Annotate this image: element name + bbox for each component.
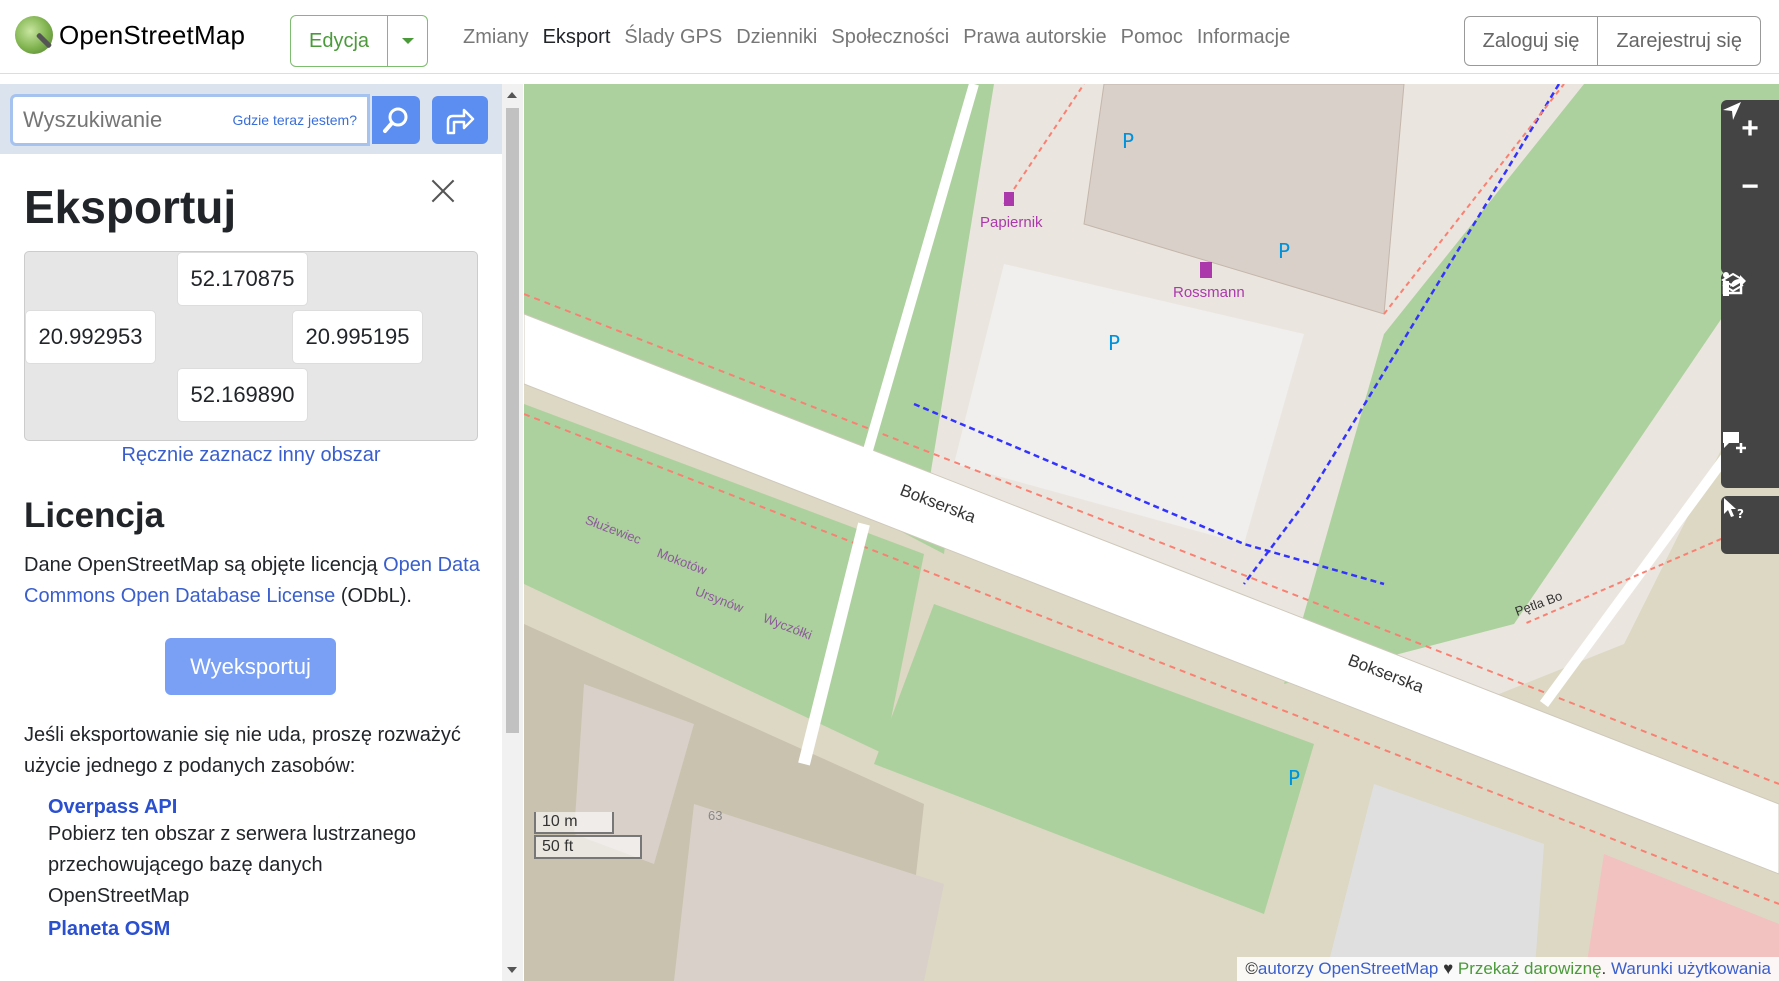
main-nav: Zmiany Eksport Ślady GPS Dzienniki Społe… xyxy=(463,26,1290,49)
nav-copyright[interactable]: Prawa autorskie xyxy=(963,26,1106,49)
sidebar-scrollbar[interactable] xyxy=(502,84,523,981)
scroll-thumb[interactable] xyxy=(506,108,519,733)
label-rossmann: Rossmann xyxy=(1173,284,1245,301)
svg-text:?: ? xyxy=(1737,507,1744,520)
license-text-end: (ODbL). xyxy=(335,585,412,607)
signup-button[interactable]: Zarejestruj się xyxy=(1598,16,1761,66)
note-control xyxy=(1721,430,1779,488)
edit-button[interactable]: Edycja xyxy=(290,15,389,67)
sidebar: Gdzie teraz jestem? Eksportuj 52.170875 … xyxy=(0,84,502,981)
manual-select-link[interactable]: Ręcznie zaznacz inny obszar xyxy=(0,444,502,467)
auth-buttons: Zaloguj się Zarejestruj się xyxy=(1463,16,1761,66)
directions-icon xyxy=(446,108,475,135)
search-bar: Gdzie teraz jestem? xyxy=(0,84,502,154)
search-input[interactable] xyxy=(23,107,213,133)
where-am-i-link[interactable]: Gdzie teraz jestem? xyxy=(233,112,358,128)
osm-contributors-link[interactable]: autorzy OpenStreetMap xyxy=(1258,959,1438,978)
heart-symbol: ♥ xyxy=(1438,959,1458,978)
edit-dropdown-button[interactable] xyxy=(388,15,429,67)
query-control: ? xyxy=(1721,496,1779,554)
locate-icon[interactable] xyxy=(1721,102,1779,274)
nav-communities[interactable]: Społeczności xyxy=(831,26,949,49)
search-button[interactable] xyxy=(372,96,420,144)
export-title: Eksportuj xyxy=(24,181,237,233)
chemist-shop-icon xyxy=(1200,262,1212,278)
scroll-up-arrow-icon[interactable] xyxy=(507,92,517,98)
zoom-out-icon[interactable]: − xyxy=(1721,158,1779,216)
caret-down-icon xyxy=(401,38,414,44)
north-input[interactable]: 52.170875 xyxy=(177,252,308,306)
nav-changes[interactable]: Zmiany xyxy=(463,26,529,49)
export-button[interactable]: Wyeksportuj xyxy=(165,638,336,695)
planet-osm-link[interactable]: Planeta OSM xyxy=(48,918,468,941)
east-input[interactable]: 20.995195 xyxy=(292,310,423,364)
parking-bike-icon: P xyxy=(1122,129,1134,153)
nav-export[interactable]: Eksport xyxy=(543,26,611,49)
map-drawing: P P P P xyxy=(524,84,1779,981)
map-canvas[interactable]: P P P P Papiernik Rossmann Bokserska Bok… xyxy=(524,84,1779,981)
attribution-separator: . xyxy=(1601,959,1611,978)
directions-button[interactable] xyxy=(432,96,488,144)
copyright-symbol: © xyxy=(1245,959,1258,978)
nav-about[interactable]: Informacje xyxy=(1197,26,1290,49)
license-title: Licencja xyxy=(24,496,165,535)
query-features-icon[interactable]: ? xyxy=(1721,496,1779,554)
fail-text: Jeśli eksportowanie się nie uda, proszę … xyxy=(24,724,461,777)
osm-logo-icon xyxy=(15,16,53,54)
nav-help[interactable]: Pomoc xyxy=(1121,26,1183,49)
west-input[interactable]: 20.992953 xyxy=(25,310,156,364)
resource-planet: Planeta OSM xyxy=(48,918,468,941)
parking-bike-icon: P xyxy=(1278,239,1290,263)
search-box: Gdzie teraz jestem? xyxy=(10,94,370,146)
parking-icon: P xyxy=(1288,766,1300,790)
label-papiernik: Papiernik xyxy=(980,214,1043,231)
map-key-icon[interactable] xyxy=(1721,272,1779,388)
magnifier-icon xyxy=(383,107,408,133)
overpass-link[interactable]: Overpass API xyxy=(48,796,468,819)
login-button[interactable]: Zaloguj się xyxy=(1463,16,1599,66)
zoom-controls: + − xyxy=(1721,100,1779,274)
attribution: ©autorzy OpenStreetMap ♥ Przekaż darowiz… xyxy=(1237,957,1779,981)
license-text: Dane OpenStreetMap są objęte licencją Op… xyxy=(24,550,480,612)
parking-icon: P xyxy=(1108,331,1120,355)
top-header: OpenStreetMap Edycja Zmiany Eksport Ślad… xyxy=(0,0,1779,74)
donate-link[interactable]: Przekaż darowiznę xyxy=(1458,959,1602,978)
logo[interactable]: OpenStreetMap xyxy=(15,16,245,54)
stationery-shop-icon xyxy=(1004,192,1014,206)
scale-metric: 10 m xyxy=(534,812,614,834)
south-input[interactable]: 52.169890 xyxy=(177,368,308,422)
edit-group: Edycja xyxy=(290,15,429,67)
map-panel-controls xyxy=(1721,272,1779,446)
terms-link[interactable]: Warunki użytkowania xyxy=(1611,959,1771,978)
nav-diaries[interactable]: Dzienniki xyxy=(736,26,817,49)
nav-gps-traces[interactable]: Ślady GPS xyxy=(624,26,722,49)
close-icon[interactable] xyxy=(428,176,458,206)
license-text-start: Dane OpenStreetMap są objęte licencją xyxy=(24,554,384,576)
bbox-selector: 52.170875 20.992953 20.995195 52.169890 xyxy=(24,251,478,441)
overpass-desc: Pobierz ten obszar z serwera lustrzanego… xyxy=(48,823,416,907)
scroll-down-arrow-icon[interactable] xyxy=(507,967,517,973)
label-house-number: 63 xyxy=(708,808,723,823)
add-note-icon[interactable] xyxy=(1721,430,1779,488)
export-panel: Eksportuj xyxy=(24,180,480,234)
scale-imperial: 50 ft xyxy=(534,835,642,859)
resource-overpass: Overpass API Pobierz ten obszar z serwer… xyxy=(48,796,468,912)
logo-text: OpenStreetMap xyxy=(59,19,246,50)
